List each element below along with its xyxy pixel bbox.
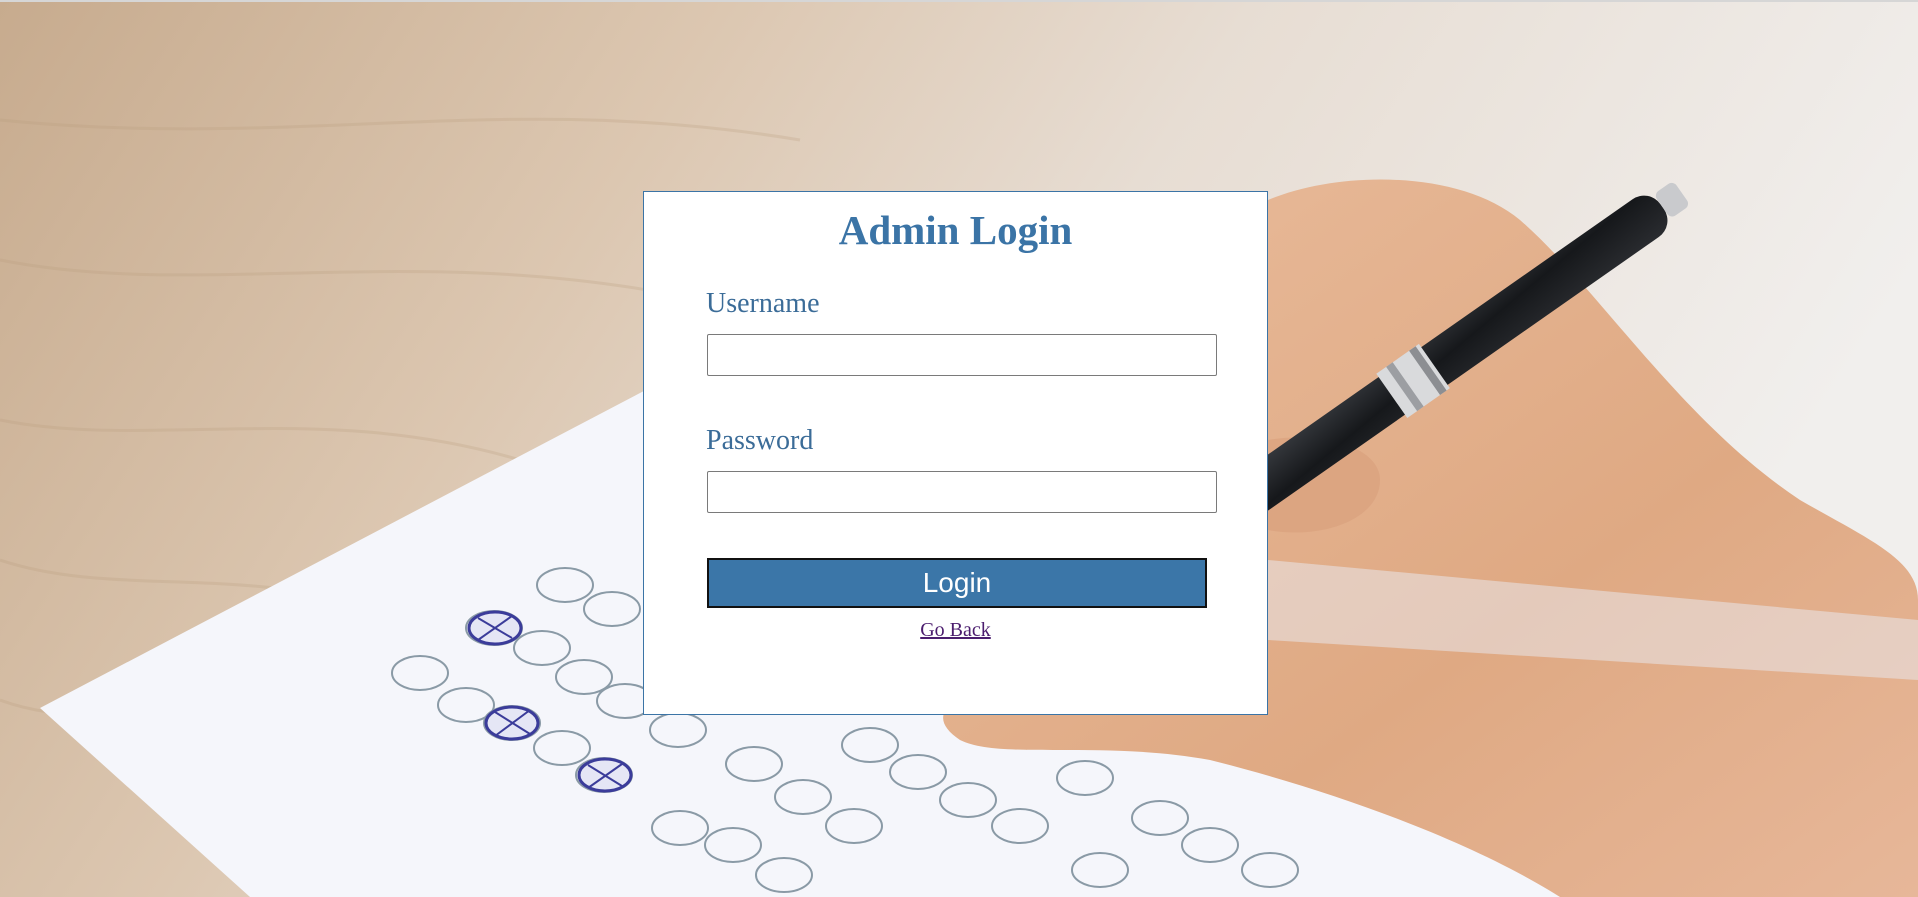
go-back-container: Go Back	[644, 619, 1267, 642]
login-button[interactable]: Login	[707, 558, 1207, 608]
username-field[interactable]	[707, 334, 1217, 376]
page-title: Admin Login	[838, 207, 1073, 253]
window-top-border	[0, 0, 1918, 2]
password-field[interactable]	[707, 471, 1217, 513]
username-label: Username	[706, 288, 820, 319]
password-label: Password	[706, 425, 814, 456]
admin-login-card: Admin Login Username Password Login Go B…	[643, 191, 1268, 715]
go-back-link[interactable]: Go Back	[920, 619, 991, 641]
